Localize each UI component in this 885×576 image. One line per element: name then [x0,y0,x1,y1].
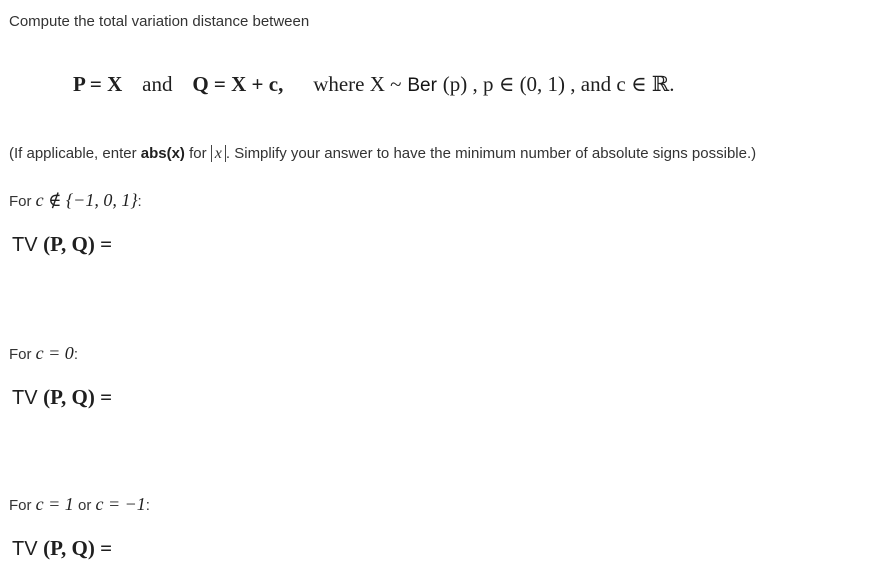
tv-args: (P, Q) = [43,385,113,409]
hint-abs-symbol: x [210,145,226,162]
case-label-zero: For c = 0: [9,343,78,364]
hint-abs-bold: abs(x) [140,145,185,162]
problem-formula: P = X and Q = X + c, where X ~ Ber (p) ,… [73,72,674,97]
case-label-mid: or [73,497,96,514]
tv-args: (P, Q) = [43,536,113,560]
formula-q-def: Q = X + c, [192,72,284,96]
tv-expression-zero[interactable]: TV (P, Q) = [12,385,112,410]
hint-text: (If applicable, enter abs(x) for x. Simp… [9,145,756,162]
case-label-math-2: c = −1 [95,494,146,514]
formula-ber: Ber [407,75,437,96]
hint-mid: for [184,145,211,162]
case-label-general: For c ∉ {−1, 0, 1}: [9,190,142,211]
case-label-math: c = 0 [35,343,74,363]
formula-p-def: P = X [73,72,123,96]
tv-expression-general[interactable]: TV (P, Q) = [12,232,112,257]
case-label-prefix: For [9,193,36,210]
case-label-prefix: For [9,497,36,514]
tv-prefix: TV [12,387,38,409]
case-label-suffix: : [137,193,142,210]
case-label-plus-minus-one: For c = 1 or c = −1: [9,494,150,515]
formula-ber-arg: (p) , p ∈ (0, 1) , and c ∈ ℝ. [442,72,675,96]
formula-where: where X ~ [313,72,402,96]
case-label-suffix: : [73,346,78,363]
intro-text: Compute the total variation distance bet… [9,13,310,30]
case-label-math: c ∉ {−1, 0, 1} [35,190,138,210]
case-label-prefix: For [9,346,36,363]
hint-pre: (If applicable, enter [9,145,141,162]
case-label-suffix: : [145,497,150,514]
tv-expression-plus-minus-one[interactable]: TV (P, Q) = [12,536,112,561]
case-label-math: c = 1 [35,494,74,514]
tv-args: (P, Q) = [43,232,113,256]
tv-prefix: TV [12,538,38,560]
tv-prefix: TV [12,234,38,256]
hint-post: . Simplify your answer to have the minim… [225,145,757,162]
formula-and: and [142,72,173,96]
